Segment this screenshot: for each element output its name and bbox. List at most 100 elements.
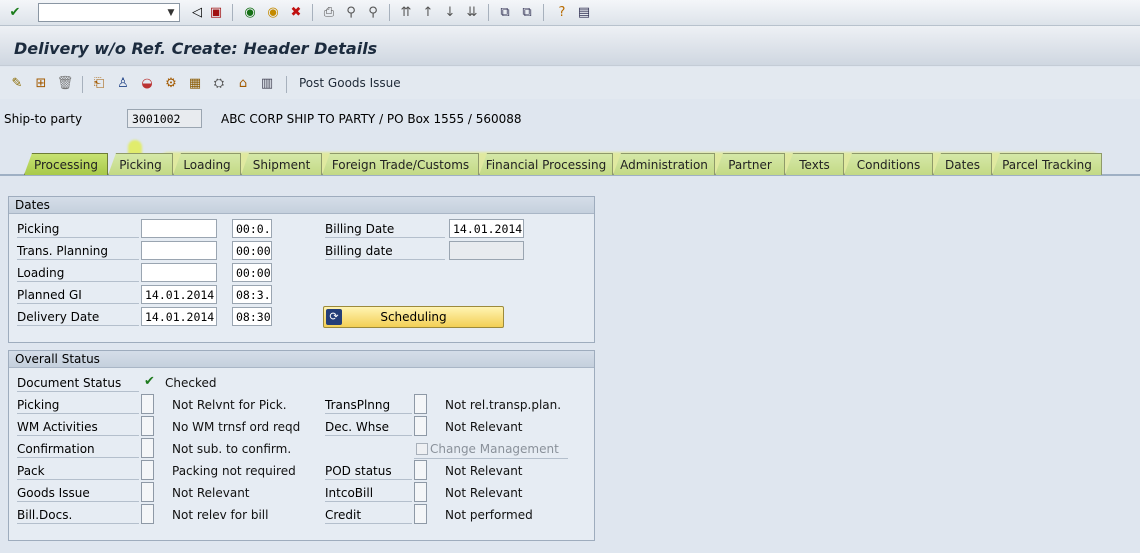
packing-icon[interactable]: ▦ [186,74,204,92]
billing-date-label: Billing Date [325,222,445,238]
document-status-label: Document Status [17,376,139,392]
save-icon[interactable]: ▣ [207,3,225,21]
status-intcobill-value: Not Relevant [445,486,523,500]
status-pack-label: Pack [17,464,139,480]
edit-icon[interactable]: ✎ [8,74,26,92]
tab-picking[interactable]: Picking [108,153,173,175]
back-icon[interactable]: ◁ [188,3,206,21]
system-toolbar: ✔ ▼ ◁ ▣ ◉ ◉ ✖ ⎙ ⚲ ⚲ ⇈ ↑ ↓ ⇊ ⧉ ⧉ ? ▤ [0,0,1140,26]
toolbar-separator [312,4,313,21]
delete-icon[interactable]: 🗑 [56,74,74,92]
enter-icon[interactable]: ✔ [6,3,24,21]
status-confirmation-value: Not sub. to confirm. [172,442,292,456]
loading-date-field[interactable] [141,263,217,282]
picking-time-field[interactable]: 00:0... [232,219,272,238]
toolbar-separator [232,4,233,21]
find-next-icon[interactable]: ⚲ [364,3,382,21]
cancel-icon[interactable]: ✖ [287,3,305,21]
help-icon[interactable]: ? [553,3,571,21]
shortcut-icon[interactable]: ⧉ [518,3,536,21]
status-transplnng-box [414,394,427,414]
delivery-date-field[interactable]: 14.01.2014 [141,307,217,326]
status-confirmation-box [141,438,154,458]
layout-icon[interactable]: ▤ [575,3,593,21]
status-picking-box [141,394,154,414]
prev-page-icon[interactable]: ↑ [419,3,437,21]
status-dec-whse-label: Dec. Whse [325,420,412,436]
delivery-date-label: Delivery Date [17,310,139,326]
item-overview-icon[interactable]: ◒ [138,74,156,92]
item-details-icon[interactable]: ⚙ [162,74,180,92]
tab-shipment[interactable]: Shipment [241,153,322,175]
tab-texts[interactable]: Texts [785,153,844,175]
tab-conditions[interactable]: Conditions [844,153,933,175]
tab-dates[interactable]: Dates [933,153,992,175]
document-status-value: Checked [165,376,217,390]
tab-loading[interactable]: Loading [173,153,241,175]
change-management-underline [414,458,568,459]
scheduling-label: Scheduling [380,310,447,324]
output-icon[interactable]: ▥ [258,74,276,92]
post-goods-issue-button[interactable]: Post Goods Issue [299,76,401,90]
delivery-time-field[interactable]: 08:30 [232,307,272,326]
billing-date-field[interactable]: 14.01.2014 [449,219,524,238]
find-icon[interactable]: ⚲ [342,3,360,21]
status-picking-label: Picking [17,398,139,414]
trans-planning-date-field[interactable] [141,241,217,260]
back-arrow-icon[interactable]: ◉ [241,3,259,21]
status-dec-whse-box [414,416,427,436]
title-bar: Delivery w/o Ref. Create: Header Details [0,26,1140,66]
picking-icon[interactable]: ⛭ [210,74,228,92]
status-intcobill-label: IntcoBill [325,486,412,502]
toolbar-separator [543,4,544,21]
billing-date2-field [449,241,524,260]
first-page-icon[interactable]: ⇈ [397,3,415,21]
batch-icon[interactable]: ⌂ [234,74,252,92]
status-pod-value: Not Relevant [445,464,523,478]
status-credit-label: Credit [325,508,412,524]
chevron-down-icon[interactable]: ▼ [163,4,179,21]
exit-icon[interactable]: ◉ [264,3,282,21]
picking-date-field[interactable] [141,219,217,238]
new-session-icon[interactable]: ⧉ [496,3,514,21]
toolbar-separator [82,76,83,93]
last-page-icon[interactable]: ⇊ [463,3,481,21]
loading-time-field[interactable]: 00:00 [232,263,272,282]
picking-date-label: Picking [17,222,139,238]
change-management-label: Change Management [430,442,559,456]
planned-gi-date-field[interactable]: 14.01.2014 [141,285,217,304]
tab-processing[interactable]: Processing [24,153,108,175]
tab-foreign-trade[interactable]: Foreign Trade/Customs [322,153,479,175]
trans-planning-time-field[interactable]: 00:00 [232,241,272,260]
checkmark-icon: ✔ [144,374,155,389]
ship-to-field[interactable]: 3001002 [127,109,202,128]
partner-icon[interactable]: ♙ [114,74,132,92]
ship-to-label: Ship-to party [4,112,83,126]
status-intcobill-box [414,482,427,502]
command-field[interactable]: ▼ [38,3,180,22]
status-pack-box [141,460,154,480]
tab-administration[interactable]: Administration [613,153,715,175]
tab-parcel-tracking[interactable]: Parcel Tracking [992,153,1102,175]
status-pod-label: POD status [325,464,412,480]
refresh-icon: ⟳ [326,309,342,325]
status-credit-box [414,504,427,524]
status-transplnng-label: TransPlnng [325,398,412,414]
billing-date2-label: Billing date [325,244,445,260]
header-icon[interactable]: ⎗ [90,74,108,92]
tab-financial-processing[interactable]: Financial Processing [479,153,613,175]
print-icon[interactable]: ⎙ [320,3,338,21]
status-wm-label: WM Activities [17,420,139,436]
status-transplnng-value: Not rel.transp.plan. [445,398,562,412]
create-icon[interactable]: ⊞ [32,74,50,92]
scheduling-button[interactable]: ⟳ Scheduling [323,306,504,328]
tab-partner[interactable]: Partner [715,153,785,175]
ship-to-description: ABC CORP SHIP TO PARTY / PO Box 1555 / 5… [221,112,522,126]
page-title: Delivery w/o Ref. Create: Header Details [14,39,378,58]
status-goods-issue-label: Goods Issue [17,486,139,502]
planned-gi-time-field[interactable]: 08:3... [232,285,272,304]
toolbar-separator [286,76,287,93]
change-management-checkbox[interactable] [416,443,428,455]
next-page-icon[interactable]: ↓ [441,3,459,21]
loading-label: Loading [17,266,139,282]
